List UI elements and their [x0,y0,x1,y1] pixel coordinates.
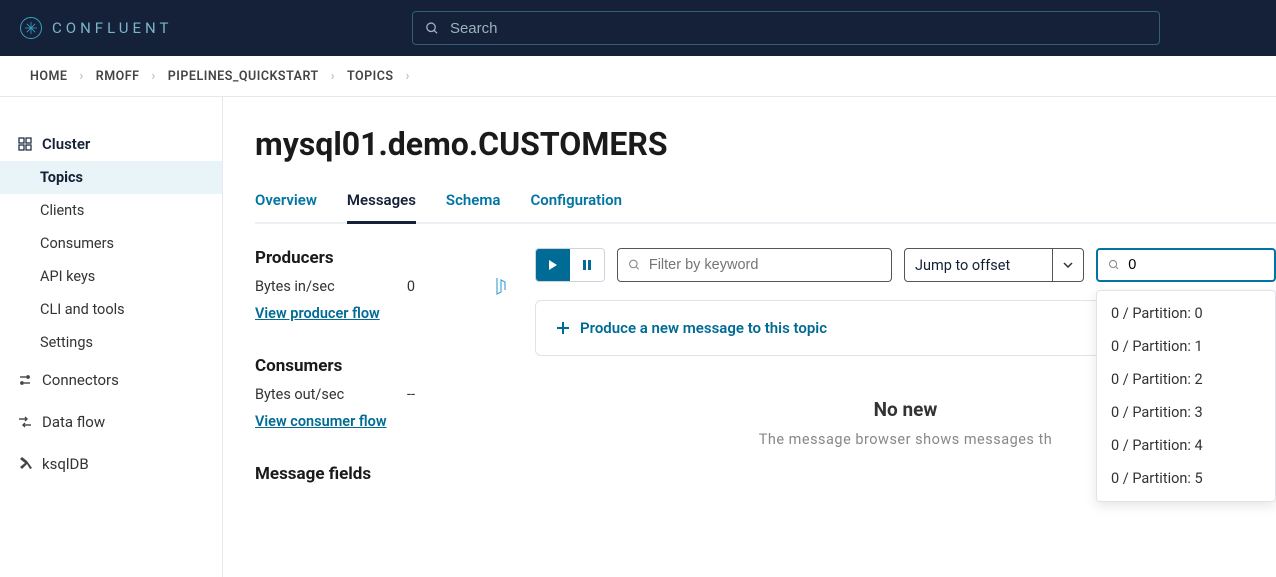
pause-button[interactable] [570,249,604,281]
producers-metric-value: 0 [407,278,415,295]
produce-message-label: Produce a new message to this topic [580,319,827,337]
topic-tabs: Overview Messages Schema Configuration [255,191,1276,224]
sidebar-item-topics[interactable]: Topics [0,161,222,194]
jump-to-offset-select[interactable]: Jump to offset [904,248,1084,282]
crumb-section[interactable]: TOPICS [347,69,394,84]
tab-messages[interactable]: Messages [347,191,416,224]
play-button[interactable] [536,249,570,281]
message-fields-heading: Message fields [255,464,525,484]
sidebar-item-clients[interactable]: Clients [0,194,222,227]
sidebar-item-ksqldb[interactable]: ksqlDB [0,443,222,485]
search-icon [1108,258,1120,272]
search-input[interactable] [450,20,1148,37]
sidebar-item-consumers[interactable]: Consumers [0,227,222,260]
chevron-right-icon: › [152,69,156,84]
sidebar-cluster-head[interactable]: Cluster [0,127,222,161]
crumb-cluster[interactable]: PIPELINES_QUICKSTART [168,69,319,84]
partition-option[interactable]: 0 / Partition: 2 [1097,363,1275,396]
plus-icon [556,321,570,335]
sidebar: Cluster Topics Clients Consumers API key… [0,97,223,577]
search-icon [425,21,439,36]
sidebar-item-connectors[interactable]: Connectors [0,359,222,401]
brand-text: CONFLUENT [52,19,172,37]
connectors-icon [18,373,32,387]
chevron-down-icon [1052,249,1073,281]
data-flow-icon [18,415,32,429]
offset-input-wrap[interactable] [1096,248,1276,282]
filter-input-wrap[interactable] [617,248,892,282]
filter-input[interactable] [649,257,881,273]
brand-icon [20,17,42,39]
consumers-metric-value: -- [407,386,415,403]
view-producer-flow-link[interactable]: View producer flow [255,305,380,322]
chevron-right-icon: › [406,69,410,84]
page-title: mysql01.demo.CUSTOMERS [255,125,1276,163]
producers-heading: Producers [255,248,525,268]
sparkline-icon [495,276,511,298]
partition-option[interactable]: 0 / Partition: 5 [1097,462,1275,495]
tab-schema[interactable]: Schema [446,191,501,224]
brand-logo[interactable]: CONFLUENT [20,17,172,39]
offset-input[interactable] [1128,257,1264,273]
search-icon [628,258,641,272]
global-search[interactable] [412,11,1160,45]
tab-overview[interactable]: Overview [255,191,317,224]
chevron-right-icon: › [79,69,83,84]
pause-icon [582,260,592,270]
play-icon [548,260,558,270]
partition-option[interactable]: 0 / Partition: 4 [1097,429,1275,462]
ksqldb-icon [18,457,32,471]
jump-label: Jump to offset [915,257,1010,274]
sidebar-item-cli-tools[interactable]: CLI and tools [0,293,222,326]
breadcrumb: HOME › RMOFF › PIPELINES_QUICKSTART › TO… [0,56,1276,96]
crumb-home[interactable]: HOME [30,69,67,84]
view-consumer-flow-link[interactable]: View consumer flow [255,413,387,430]
sidebar-item-settings[interactable]: Settings [0,326,222,359]
play-pause-group [535,248,605,282]
tab-configuration[interactable]: Configuration [530,191,622,224]
consumers-metric-label: Bytes out/sec [255,386,344,403]
top-nav: CONFLUENT [0,0,1276,56]
partition-option[interactable]: 0 / Partition: 3 [1097,396,1275,429]
partition-option[interactable]: 0 / Partition: 0 [1097,297,1275,330]
partition-dropdown: 0 / Partition: 0 0 / Partition: 1 0 / Pa… [1096,290,1276,502]
sidebar-item-api-keys[interactable]: API keys [0,260,222,293]
chevron-right-icon: › [331,69,335,84]
sidebar-item-data-flow[interactable]: Data flow [0,401,222,443]
producers-metric-label: Bytes in/sec [255,278,335,295]
consumers-heading: Consumers [255,356,525,376]
partition-option[interactable]: 0 / Partition: 1 [1097,330,1275,363]
grid-icon [18,137,32,151]
crumb-env[interactable]: RMOFF [96,69,140,84]
